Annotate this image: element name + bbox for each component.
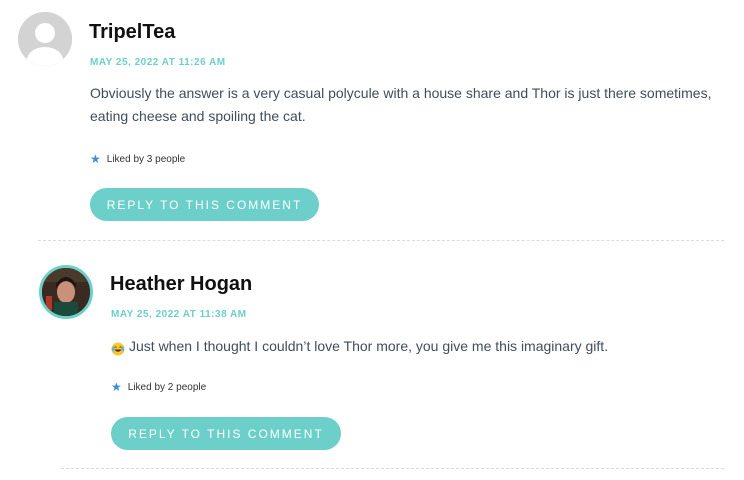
comment-text-row: Just when I thought I couldn’t love Thor…: [111, 335, 731, 358]
comment-divider: [61, 468, 724, 469]
likes-row: ★ Liked by 2 people: [111, 380, 206, 394]
user-photo-avatar[interactable]: [39, 265, 93, 319]
comment-author[interactable]: TripelTea: [89, 21, 175, 44]
comment-author[interactable]: Heather Hogan: [110, 273, 252, 296]
comment-divider: [38, 240, 724, 241]
star-icon: ★: [111, 380, 122, 394]
reply-button[interactable]: REPLY TO THIS COMMENT: [111, 417, 341, 450]
likes-count[interactable]: Liked by 3 people: [107, 154, 185, 165]
star-icon: ★: [90, 152, 101, 166]
likes-row: ★ Liked by 3 people: [90, 152, 185, 166]
comment-text: Just when I thought I couldn’t love Thor…: [129, 338, 609, 354]
likes-count[interactable]: Liked by 2 people: [128, 382, 206, 393]
comment-text: Obviously the answer is a very casual po…: [90, 85, 712, 124]
default-avatar-icon[interactable]: [18, 12, 72, 66]
comment-date[interactable]: MAY 25, 2022 AT 11:38 AM: [111, 309, 247, 320]
reply-button[interactable]: REPLY TO THIS COMMENT: [90, 188, 319, 221]
face-with-tears-of-joy-icon: [111, 340, 125, 355]
comment-date[interactable]: MAY 25, 2022 AT 11:26 AM: [90, 57, 226, 68]
